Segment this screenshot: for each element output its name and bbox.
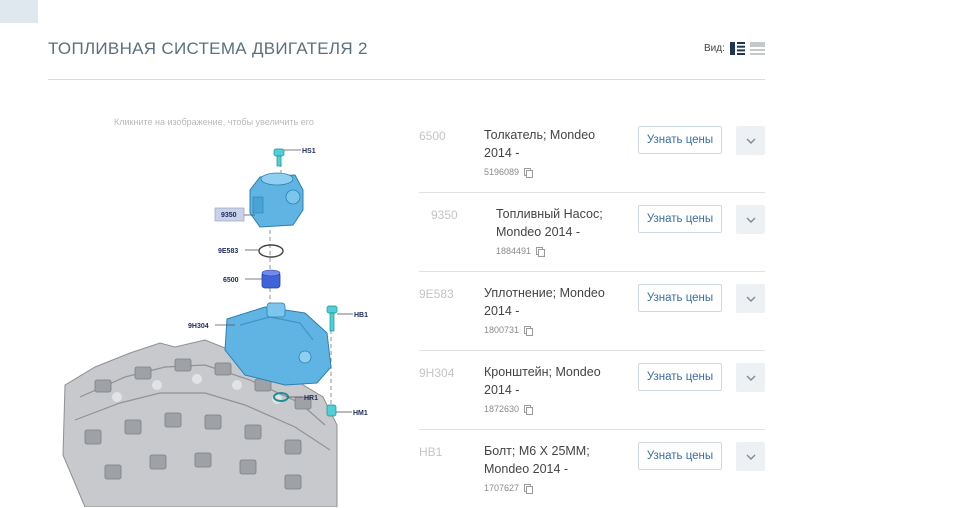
- parts-list: 6500 Толкатель; Mondeo 2014 - 5196089 Уз…: [419, 114, 765, 508]
- copy-icon[interactable]: [524, 483, 534, 494]
- copy-icon[interactable]: [524, 325, 534, 336]
- get-price-button[interactable]: Узнать цены: [638, 442, 722, 470]
- get-price-button[interactable]: Узнать цены: [638, 363, 722, 391]
- part-number: 1800731: [484, 325, 534, 336]
- part-row: 9350 Топливный Насос; Mondeo 2014 - 1884…: [419, 193, 765, 272]
- get-price-button[interactable]: Узнать цены: [638, 126, 722, 154]
- part-number-value: 1707627: [484, 483, 520, 493]
- callout-hs1: HS1: [302, 148, 316, 155]
- part-row: 9H304 Кронштейн; Mondeo 2014 - 1872630 У…: [419, 351, 765, 430]
- part-row: 6500 Толкатель; Mondeo 2014 - 5196089 Уз…: [419, 114, 765, 193]
- copy-icon[interactable]: [536, 246, 546, 257]
- view-label: Вид:: [704, 43, 725, 54]
- corner-block: [0, 0, 38, 23]
- page-title: ТОПЛИВНАЯ СИСТЕМА ДВИГАТЕЛЯ 2: [48, 39, 368, 58]
- chevron-down-icon: [746, 454, 755, 460]
- part-code[interactable]: 9H304: [419, 366, 454, 380]
- expand-button[interactable]: [736, 284, 765, 313]
- callout-9350: 9350: [221, 212, 237, 219]
- chevron-down-icon: [746, 296, 755, 302]
- part-code[interactable]: 6500: [419, 129, 446, 143]
- seal-9e583-image: [258, 244, 284, 258]
- part-code[interactable]: 9E583: [419, 287, 454, 301]
- part-name[interactable]: Уплотнение; Mondeo 2014 -: [484, 284, 609, 320]
- get-price-button[interactable]: Узнать цены: [638, 284, 722, 312]
- part-number-value: 1872630: [484, 404, 520, 414]
- part-code[interactable]: 9350: [431, 208, 458, 222]
- bolt-hs1-image: [273, 148, 285, 167]
- part-number-value: 1800731: [484, 325, 520, 335]
- part-number-value: 1884491: [496, 246, 532, 256]
- part-row: 9E583 Уплотнение; Mondeo 2014 - 1800731 …: [419, 272, 765, 351]
- part-number: 5196089: [484, 167, 534, 178]
- list-view-icon[interactable]: [729, 42, 745, 55]
- fuel-pump-9350-image: [249, 172, 304, 228]
- header-divider: [48, 79, 765, 80]
- tappet-6500-image: [261, 269, 281, 289]
- callout-6500: 6500: [223, 277, 239, 284]
- part-name[interactable]: Толкатель; Mondeo 2014 -: [484, 126, 624, 162]
- part-number: 1707627: [484, 483, 534, 494]
- part-name[interactable]: Топливный Насос; Mondeo 2014 -: [496, 205, 616, 241]
- expand-button[interactable]: [736, 363, 765, 392]
- zoom-hint: Кликните на изображение, чтобы увеличить…: [114, 117, 314, 127]
- chevron-down-icon: [746, 217, 755, 223]
- parts-diagram[interactable]: HS1 9350 9E583 6500 9H304 HB1 HR1 HM1: [55, 135, 385, 507]
- part-row: HB1 Болт; M6 X 25MM; Mondeo 2014 - 17076…: [419, 430, 765, 508]
- chevron-down-icon: [746, 138, 755, 144]
- expand-button[interactable]: [736, 205, 765, 234]
- part-name[interactable]: Болт; M6 X 25MM; Mondeo 2014 -: [484, 442, 609, 478]
- expand-button[interactable]: [736, 442, 765, 471]
- callout-hm1: HM1: [353, 410, 368, 417]
- bolt-hb1-image: [326, 305, 338, 332]
- expand-button[interactable]: [736, 126, 765, 155]
- part-number: 1884491: [496, 246, 546, 257]
- copy-icon[interactable]: [524, 404, 534, 415]
- get-price-button[interactable]: Узнать цены: [638, 205, 722, 233]
- part-code[interactable]: HB1: [419, 445, 442, 459]
- part-name[interactable]: Кронштейн; Mondeo 2014 -: [484, 363, 609, 399]
- chevron-down-icon: [746, 375, 755, 381]
- callout-hb1: HB1: [354, 312, 368, 319]
- part-number-value: 5196089: [484, 167, 520, 177]
- callout-9e583: 9E583: [218, 248, 238, 255]
- copy-icon[interactable]: [524, 167, 534, 178]
- view-switch: Вид:: [704, 42, 765, 55]
- bolt-hm1-image: [326, 404, 337, 417]
- grid-view-icon[interactable]: [749, 42, 765, 55]
- callout-9h304: 9H304: [188, 323, 209, 330]
- callout-hr1: HR1: [304, 395, 318, 402]
- part-number: 1872630: [484, 404, 534, 415]
